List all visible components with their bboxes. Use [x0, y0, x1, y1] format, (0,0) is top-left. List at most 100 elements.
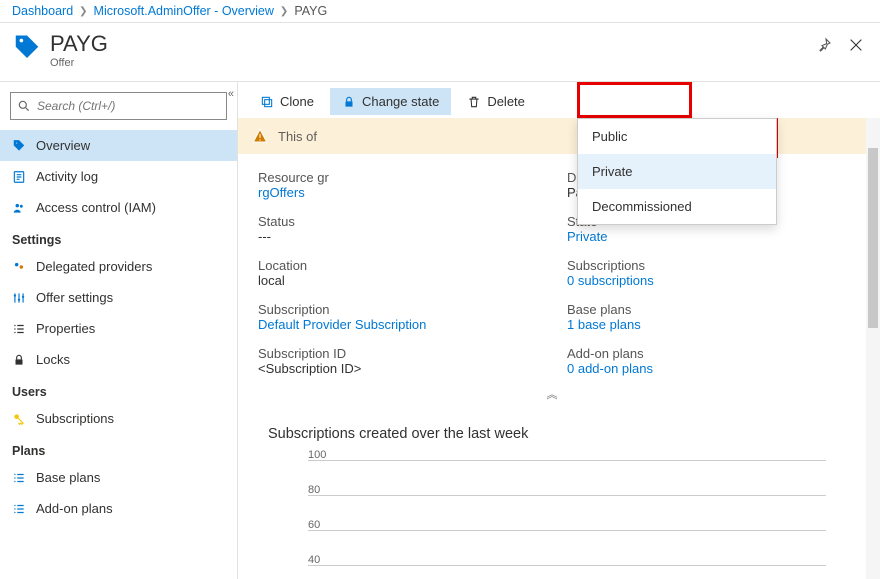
log-icon: [12, 170, 26, 184]
ytick-label: 80: [308, 484, 320, 496]
prop-value-link[interactable]: 0 subscriptions: [567, 273, 846, 288]
chevron-right-icon: ❯: [79, 6, 87, 17]
prop-addon-plans: Add-on plans 0 add-on plans: [567, 346, 846, 376]
prop-value-link[interactable]: 0 add-on plans: [567, 361, 846, 376]
scrollbar-thumb[interactable]: [868, 148, 878, 328]
chart-title: Subscriptions created over the last week: [268, 426, 836, 442]
page-subtitle: Offer: [50, 57, 108, 69]
prop-subscription: Subscription Default Provider Subscripti…: [258, 302, 537, 332]
button-label: Clone: [280, 94, 314, 109]
lock-icon: [12, 353, 26, 367]
prop-label: Subscription ID: [258, 346, 537, 361]
sidebar-item-subscriptions[interactable]: Subscriptions: [0, 403, 237, 434]
lock-icon: [342, 95, 356, 109]
dropdown-option-decommissioned[interactable]: Decommissioned: [578, 189, 776, 224]
button-label: Change state: [362, 94, 439, 109]
sidebar: « Overview Activity log Access control (…: [0, 82, 238, 579]
delete-button[interactable]: Delete: [455, 88, 537, 115]
prop-label: Resource gr: [258, 170, 537, 185]
clone-icon: [260, 95, 274, 109]
sidebar-item-label: Delegated providers: [36, 259, 152, 274]
sidebar-item-activity-log[interactable]: Activity log: [0, 161, 237, 192]
breadcrumb-parent[interactable]: Microsoft.AdminOffer - Overview: [94, 4, 274, 18]
prop-value-link[interactable]: Default Provider Subscription: [258, 317, 537, 332]
sidebar-item-iam[interactable]: Access control (IAM): [0, 192, 237, 223]
toolbar: Clone Change state Delete: [238, 82, 880, 122]
ytick-label: 100: [308, 449, 326, 461]
pin-icon[interactable]: [816, 37, 832, 56]
button-label: Delete: [487, 94, 525, 109]
chart-canvas: 100 80 60 40: [268, 460, 836, 579]
breadcrumb: Dashboard ❯ Microsoft.AdminOffer - Overv…: [0, 0, 880, 23]
prop-value-link[interactable]: Private: [567, 229, 846, 244]
prop-value: local: [258, 273, 537, 288]
sidebar-item-label: Properties: [36, 321, 95, 336]
sidebar-item-delegated-providers[interactable]: Delegated providers: [0, 251, 237, 282]
prop-status: Status ---: [258, 214, 537, 244]
key-icon: [12, 412, 26, 426]
sidebar-heading-settings: Settings: [0, 223, 237, 251]
prop-label: Subscriptions: [567, 258, 846, 273]
sidebar-item-label: Base plans: [36, 470, 100, 485]
grid-line: [308, 565, 826, 566]
sidebar-item-properties[interactable]: Properties: [0, 313, 237, 344]
grid-line: [308, 530, 826, 531]
sidebar-item-label: Offer settings: [36, 290, 113, 305]
sidebar-item-label: Subscriptions: [36, 411, 114, 426]
offer-tag-icon: [12, 33, 42, 63]
page-title-block: PAYG Offer: [50, 31, 108, 69]
prop-label: Location: [258, 258, 537, 273]
sidebar-heading-plans: Plans: [0, 434, 237, 462]
close-icon[interactable]: [848, 37, 864, 56]
page-header: PAYG Offer: [0, 23, 880, 82]
sidebar-item-base-plans[interactable]: Base plans: [0, 462, 237, 493]
list-icon: [12, 502, 26, 516]
sidebar-item-overview[interactable]: Overview: [0, 130, 237, 161]
prop-value-link[interactable]: rgOffers: [258, 185, 537, 200]
prop-value: ---: [258, 229, 537, 244]
ytick-label: 40: [308, 554, 320, 566]
change-state-button[interactable]: Change state: [330, 88, 451, 115]
prop-base-plans: Base plans 1 base plans: [567, 302, 846, 332]
ytick-label: 60: [308, 519, 320, 531]
offer-tag-icon: [12, 139, 26, 153]
scrollbar[interactable]: [866, 118, 880, 579]
grid-line: [308, 495, 826, 496]
search-input-wrapper[interactable]: [10, 92, 227, 120]
subscriptions-chart: Subscriptions created over the last week…: [238, 406, 866, 579]
prop-label: Subscription: [258, 302, 537, 317]
breadcrumb-current: PAYG: [294, 4, 327, 18]
prop-label: Base plans: [567, 302, 846, 317]
sliders-icon: [12, 291, 26, 305]
sidebar-item-addon-plans[interactable]: Add-on plans: [0, 493, 237, 524]
dropdown-option-public[interactable]: Public: [578, 119, 776, 154]
sidebar-heading-users: Users: [0, 375, 237, 403]
sidebar-item-locks[interactable]: Locks: [0, 344, 237, 375]
clone-button[interactable]: Clone: [248, 88, 326, 115]
search-icon: [17, 99, 31, 113]
dropdown-option-private[interactable]: Private: [578, 154, 776, 189]
prop-value-link[interactable]: 1 base plans: [567, 317, 846, 332]
breadcrumb-dashboard[interactable]: Dashboard: [12, 4, 73, 18]
people-icon: [12, 201, 26, 215]
prop-subscription-id: Subscription ID <Subscription ID>: [258, 346, 537, 376]
prop-label: Add-on plans: [567, 346, 846, 361]
warning-icon: [252, 128, 268, 144]
main-panel: Clone Change state Delete This of Resour…: [238, 82, 880, 579]
prop-location: Location local: [258, 258, 537, 288]
prop-subscriptions: Subscriptions 0 subscriptions: [567, 258, 846, 288]
sidebar-item-label: Add-on plans: [36, 501, 113, 516]
sidebar-item-offer-settings[interactable]: Offer settings: [0, 282, 237, 313]
providers-icon: [12, 260, 26, 274]
collapse-properties-icon[interactable]: ︽: [238, 382, 866, 406]
list-icon: [12, 471, 26, 485]
sidebar-item-label: Access control (IAM): [36, 200, 156, 215]
search-input[interactable]: [37, 99, 220, 113]
collapse-sidebar-icon[interactable]: «: [224, 86, 238, 102]
banner-text: This of: [278, 129, 317, 144]
prop-value: <Subscription ID>: [258, 361, 537, 376]
page-title: PAYG: [50, 31, 108, 57]
trash-icon: [467, 95, 481, 109]
sidebar-item-label: Locks: [36, 352, 70, 367]
chevron-right-icon: ❯: [280, 6, 288, 17]
